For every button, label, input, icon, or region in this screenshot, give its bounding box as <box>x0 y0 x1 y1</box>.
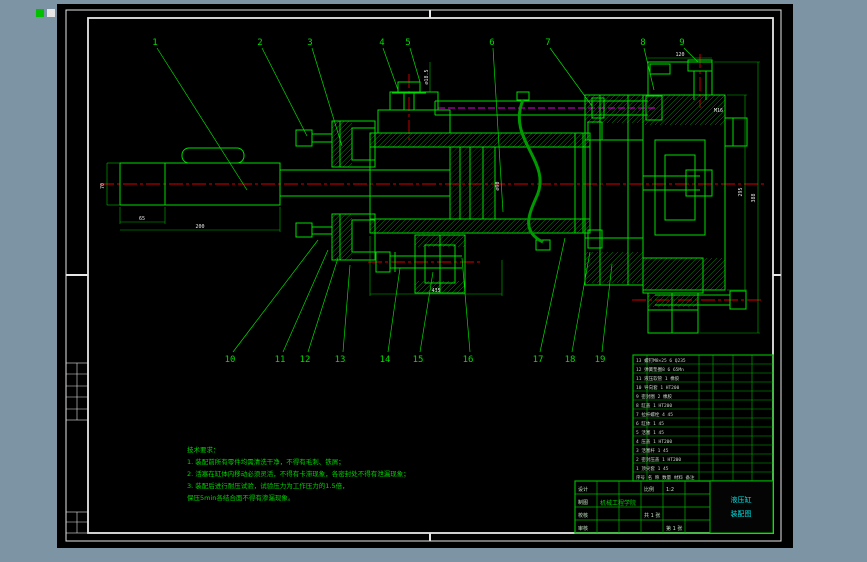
callout-11: 11 <box>275 355 286 365</box>
dim-bolt-dia: ∅18.5 <box>424 69 430 84</box>
cad-drawing: 70 65 200 435 295 388 ∅18.5 ∅90 M16 120 … <box>0 0 867 562</box>
scale-value: 1:2 <box>666 487 674 493</box>
callout-4: 4 <box>379 38 384 48</box>
notes-title: 技术要求： <box>187 445 220 454</box>
bom-row: 12 弹簧垫圈8 6 65Mn <box>636 366 684 373</box>
dim-shaft-len-b: 200 <box>195 224 204 230</box>
dim-cap-h: 388 <box>751 193 757 202</box>
drawing-title-line1: 液压缸 <box>731 495 752 504</box>
dim-cyl-len: 435 <box>431 288 440 294</box>
callout-19: 19 <box>595 355 606 365</box>
bom-row: 7 拉杆螺栓 4 45 <box>636 411 673 418</box>
title-cell <box>709 480 774 534</box>
bom-row: 9 密封圈 2 橡胶 <box>636 393 673 400</box>
callout-12: 12 <box>300 355 311 365</box>
callout-3: 3 <box>307 38 312 48</box>
note-line-2: 2. 活塞在缸体内移动必须灵活，不得有卡滞现象，各密封处不得有泄漏现象； <box>187 469 410 478</box>
note-line-1: 1. 装配前所有零件均需清洗干净，不得有毛刺、铁屑； <box>187 457 345 466</box>
callout-13: 13 <box>335 355 346 365</box>
callout-7: 7 <box>545 38 550 48</box>
bom-row: 11 液压软管 1 橡胶 <box>636 375 680 382</box>
note-line-4: 保压5min各结合面不得有渗漏现象。 <box>187 493 294 502</box>
dim-cap-w: 120 <box>675 52 684 58</box>
callout-17: 17 <box>533 355 544 365</box>
school-name: 机械工程学院 <box>600 499 636 507</box>
sig-check: 校核 <box>578 512 588 519</box>
bom-row: 13 螺钉M8×25 6 Q235 <box>636 357 686 364</box>
bom-row: 3 活塞杆 1 45 <box>636 447 669 454</box>
bom-row: 8 缸盖 1 HT200 <box>636 402 672 409</box>
bom-row: 5 活塞 1 45 <box>636 429 664 436</box>
bom-row: 2 密封压盖 1 HT200 <box>636 456 681 463</box>
note-line-3: 3. 装配后进行耐压试验，试验压力为工作压力的1.5倍， <box>187 481 349 490</box>
callout-2: 2 <box>257 38 262 48</box>
callout-6: 6 <box>489 38 494 48</box>
dim-bore-dia: ∅90 <box>495 181 501 190</box>
dim-shaft-len-a: 65 <box>139 216 145 222</box>
sig-design: 设计 <box>578 486 588 493</box>
sheet-value: 第 1 张 <box>666 525 682 532</box>
dim-thread: M16 <box>714 108 723 114</box>
bom-row: 6 缸体 1 45 <box>636 420 664 427</box>
sig-approve: 审核 <box>578 525 588 532</box>
bom-row: 1 顶尖套 1 45 <box>636 465 669 472</box>
callout-16: 16 <box>463 355 474 365</box>
sig-draft: 制图 <box>578 499 588 506</box>
callout-14: 14 <box>380 355 391 365</box>
callout-9: 9 <box>679 38 684 48</box>
dim-flange-h: 295 <box>738 187 744 196</box>
callout-8: 8 <box>640 38 645 48</box>
callout-15: 15 <box>413 355 424 365</box>
callout-18: 18 <box>565 355 576 365</box>
callout-10: 10 <box>225 355 236 365</box>
callout-1: 1 <box>152 38 157 48</box>
sheet-label: 共 1 张 <box>644 512 660 519</box>
bom-header-row: 序号 名 称 数量 材料 备注 <box>636 474 695 481</box>
drawing-title-line2: 装配图 <box>731 509 752 518</box>
bom-row: 4 压盖 1 HT200 <box>636 438 672 445</box>
callout-5: 5 <box>405 38 410 48</box>
scale-label: 比例 <box>644 486 654 493</box>
bom-row: 10 导向套 1 HT200 <box>636 384 680 391</box>
cad-viewer: 70 65 200 435 295 388 ∅18.5 ∅90 M16 120 … <box>0 0 867 562</box>
dim-shaft-dia: 70 <box>100 183 106 189</box>
